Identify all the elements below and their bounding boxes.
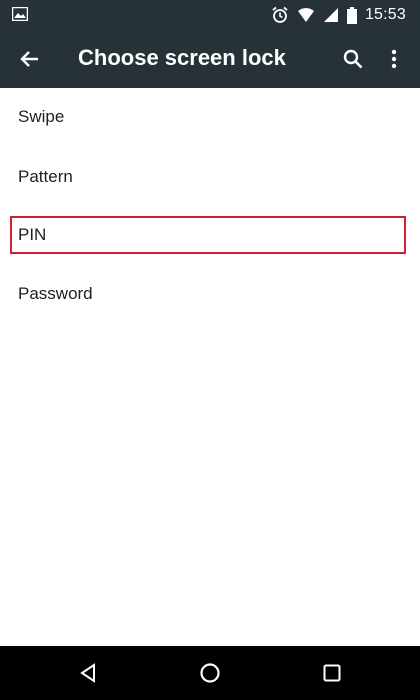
recents-square-icon [323,664,341,682]
search-button[interactable] [333,39,373,79]
option-label: Pattern [18,167,73,186]
battery-icon [346,6,357,24]
option-swipe[interactable]: Swipe [0,88,420,146]
back-arrow-icon [20,51,38,67]
lock-options-list: Swipe Pattern PIN Password [0,88,420,646]
home-circle-icon [200,663,220,683]
option-label: PIN [18,225,47,244]
option-label: Swipe [18,107,65,126]
nav-back-button[interactable] [70,655,106,691]
option-label: Password [18,284,93,303]
nav-recents-button[interactable] [314,655,350,691]
option-pin[interactable]: PIN [0,206,420,264]
navigation-bar [0,646,420,700]
status-time: 15:53 [364,6,406,23]
more-options-button[interactable] [376,39,412,79]
signal-icon [323,8,338,22]
back-triangle-icon [80,663,95,683]
wifi-icon [297,8,314,22]
status-icons: 15:53 [271,0,406,30]
more-vert-icon [391,49,397,69]
back-button[interactable] [10,39,50,79]
status-bar: 15:53 [0,0,420,30]
nav-home-button[interactable] [192,655,228,691]
page-title: Choose screen lock [78,45,286,70]
option-password[interactable]: Password [0,265,420,323]
option-pattern[interactable]: Pattern [0,148,420,206]
image-notification-icon [12,7,28,21]
alarm-icon [272,6,288,23]
search-icon [343,49,363,69]
app-bar: Choose screen lock [0,30,420,88]
